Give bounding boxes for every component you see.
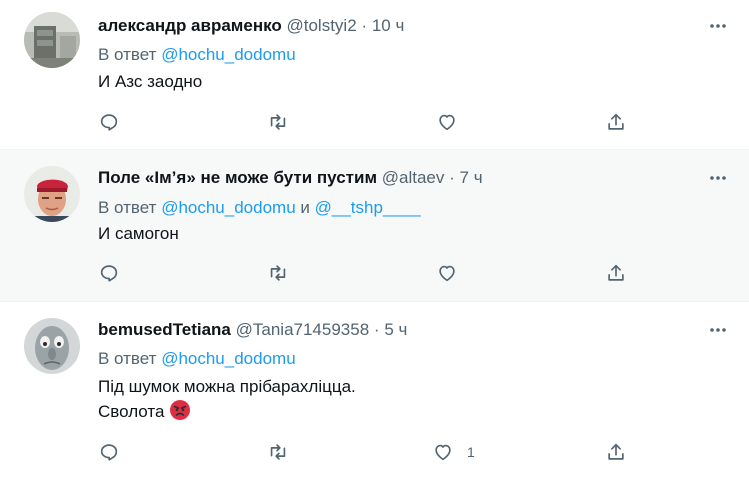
reply-icon[interactable] — [95, 108, 123, 136]
retweet-icon[interactable] — [264, 438, 292, 466]
action-bar — [0, 108, 749, 136]
tweet-line: И самогон — [98, 224, 179, 243]
author-name[interactable]: Поле «Ім’я» не може бути пустим — [98, 168, 377, 187]
mention-link[interactable]: @__tshp____ — [315, 198, 421, 217]
share-icon[interactable] — [602, 259, 630, 287]
action-bar: 1 — [0, 438, 749, 466]
separator: · — [361, 16, 368, 35]
heart-icon[interactable] — [433, 259, 461, 287]
reply-icon[interactable] — [95, 259, 123, 287]
timestamp[interactable]: 7 ч — [460, 168, 483, 187]
mention-joiner: и — [300, 198, 310, 217]
author-handle[interactable]: @Tania71459358 — [236, 320, 370, 339]
separator: · — [373, 320, 380, 339]
angry-face-emoji — [169, 399, 191, 421]
author-handle[interactable]: @altaev — [382, 168, 445, 187]
mention-link[interactable]: @hochu_dodomu — [161, 45, 295, 64]
retweet-icon[interactable] — [264, 108, 292, 136]
tweet-3[interactable]: bemusedTetiana @Tania71459358 · 5 ч В от… — [0, 302, 749, 485]
timestamp[interactable]: 5 ч — [384, 320, 407, 339]
reply-context: В ответ @hochu_dodomu — [98, 348, 296, 370]
author-name[interactable]: александр авраменко — [98, 16, 282, 35]
heart-icon[interactable] — [433, 108, 461, 136]
reply-icon[interactable] — [95, 438, 123, 466]
tweet-line: Сволота — [98, 399, 356, 424]
reply-prefix: В ответ — [98, 198, 157, 217]
more-icon[interactable] — [706, 14, 730, 38]
tweet-header: Поле «Ім’я» не може бути пустим @altaev … — [98, 167, 689, 189]
tweet-header: bemusedTetiana @Tania71459358 · 5 ч — [98, 319, 689, 341]
timestamp[interactable]: 10 ч — [372, 16, 405, 35]
share-icon[interactable] — [602, 108, 630, 136]
tweet-2[interactable]: Поле «Ім’я» не може бути пустим @altaev … — [0, 150, 749, 302]
reply-prefix: В ответ — [98, 45, 157, 64]
tweet-line: И Азс заодно — [98, 72, 203, 91]
separator: · — [449, 168, 455, 187]
like-count: 1 — [467, 444, 475, 460]
tweet-line: Під шумок можна прібарахліцца. — [98, 377, 356, 396]
more-icon[interactable] — [706, 318, 730, 342]
mention-link[interactable]: @hochu_dodomu — [161, 198, 295, 217]
action-bar — [0, 259, 749, 287]
tweet-text: И Азс заодно — [98, 70, 202, 94]
tweet-1[interactable]: александр авраменко @tolstyi2 · 10 ч В о… — [0, 0, 749, 150]
avatar[interactable] — [24, 12, 80, 68]
reply-prefix: В ответ — [98, 349, 157, 368]
mention-link[interactable]: @hochu_dodomu — [161, 349, 295, 368]
author-handle[interactable]: @tolstyi2 — [287, 16, 357, 35]
retweet-icon[interactable] — [264, 259, 292, 287]
reply-context: В ответ @hochu_dodomu и @__tshp____ — [98, 197, 421, 219]
share-icon[interactable] — [602, 438, 630, 466]
more-icon[interactable] — [706, 166, 730, 190]
tweet-text: Під шумок можна прібарахліцца. Сволота — [98, 375, 356, 424]
reply-context: В ответ @hochu_dodomu — [98, 44, 296, 66]
avatar[interactable] — [24, 166, 80, 222]
heart-icon[interactable] — [429, 438, 457, 466]
author-name[interactable]: bemusedTetiana — [98, 320, 231, 339]
tweet-text: И самогон — [98, 222, 179, 246]
tweet-header: александр авраменко @tolstyi2 · 10 ч — [98, 15, 689, 37]
avatar[interactable] — [24, 318, 80, 374]
